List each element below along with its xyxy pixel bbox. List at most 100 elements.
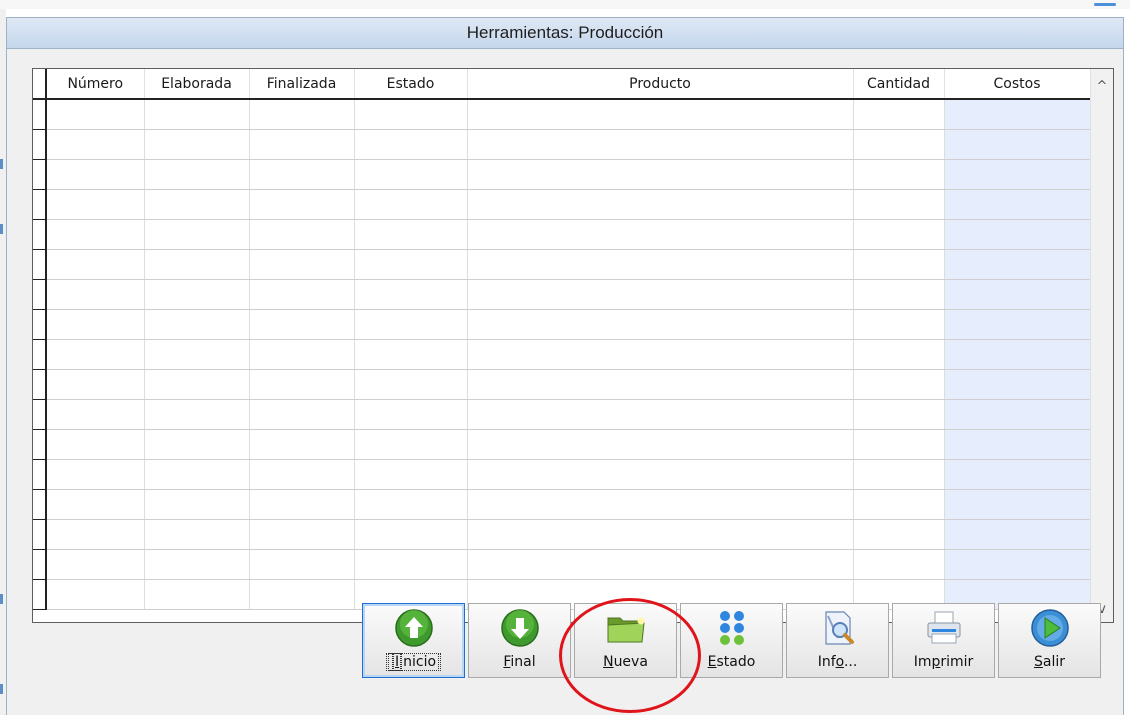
table-row[interactable]	[33, 309, 1091, 340]
column-header-costos[interactable]: Costos	[944, 69, 1091, 100]
table-cell[interactable]	[944, 459, 1091, 490]
table-cell[interactable]	[944, 159, 1091, 190]
table-cell[interactable]	[467, 519, 854, 550]
row-header-cell[interactable]	[33, 489, 47, 520]
table-cell[interactable]	[944, 99, 1091, 130]
table-cell[interactable]	[46, 159, 145, 190]
table-cell[interactable]	[46, 549, 145, 580]
table-cell[interactable]	[249, 399, 355, 430]
table-cell[interactable]	[249, 429, 355, 460]
table-cell[interactable]	[249, 549, 355, 580]
table-cell[interactable]	[249, 489, 355, 520]
table-cell[interactable]	[46, 399, 145, 430]
table-cell[interactable]	[354, 459, 468, 490]
table-cell[interactable]	[144, 249, 250, 280]
row-header-cell[interactable]	[33, 129, 47, 160]
table-cell[interactable]	[144, 489, 250, 520]
table-row[interactable]	[33, 369, 1091, 400]
scroll-up-icon[interactable]: ^	[1091, 77, 1113, 97]
table-cell[interactable]	[249, 249, 355, 280]
table-cell[interactable]	[46, 579, 145, 610]
table-cell[interactable]	[944, 489, 1091, 520]
table-row[interactable]	[33, 189, 1091, 220]
table-cell[interactable]	[944, 309, 1091, 340]
table-cell[interactable]	[354, 129, 468, 160]
table-cell[interactable]	[144, 309, 250, 340]
table-cell[interactable]	[354, 159, 468, 190]
imprimir-button[interactable]: Imprimir	[892, 603, 995, 678]
table-cell[interactable]	[467, 189, 854, 220]
table-cell[interactable]	[144, 429, 250, 460]
row-header-cell[interactable]	[33, 309, 47, 340]
table-cell[interactable]	[853, 339, 945, 370]
table-cell[interactable]	[46, 249, 145, 280]
column-header-elaborada[interactable]: Elaborada	[144, 69, 250, 100]
table-cell[interactable]	[467, 399, 854, 430]
table-cell[interactable]	[144, 399, 250, 430]
table-cell[interactable]	[853, 189, 945, 220]
column-header-estado[interactable]: Estado	[354, 69, 468, 100]
table-cell[interactable]	[354, 99, 468, 130]
table-cell[interactable]	[467, 489, 854, 520]
table-cell[interactable]	[944, 129, 1091, 160]
table-cell[interactable]	[944, 399, 1091, 430]
table-row[interactable]	[33, 489, 1091, 520]
table-cell[interactable]	[467, 129, 854, 160]
table-cell[interactable]	[144, 219, 250, 250]
table-cell[interactable]	[249, 579, 355, 610]
row-header-cell[interactable]	[33, 99, 47, 130]
table-cell[interactable]	[853, 519, 945, 550]
table-cell[interactable]	[467, 99, 854, 130]
table-cell[interactable]	[46, 489, 145, 520]
row-header-cell[interactable]	[33, 279, 47, 310]
table-cell[interactable]	[853, 399, 945, 430]
table-cell[interactable]	[354, 549, 468, 580]
table-cell[interactable]	[467, 339, 854, 370]
table-cell[interactable]	[853, 279, 945, 310]
table-cell[interactable]	[467, 309, 854, 340]
table-row[interactable]	[33, 159, 1091, 190]
table-cell[interactable]	[467, 279, 854, 310]
table-row[interactable]	[33, 339, 1091, 370]
info-button[interactable]: Info...	[786, 603, 889, 678]
table-cell[interactable]	[853, 309, 945, 340]
table-cell[interactable]	[944, 189, 1091, 220]
table-row[interactable]	[33, 129, 1091, 160]
table-cell[interactable]	[46, 519, 145, 550]
column-header-finalizada[interactable]: Finalizada	[249, 69, 355, 100]
table-cell[interactable]	[46, 339, 145, 370]
table-cell[interactable]	[354, 249, 468, 280]
row-header-cell[interactable]	[33, 369, 47, 400]
table-cell[interactable]	[249, 159, 355, 190]
table-cell[interactable]	[944, 429, 1091, 460]
table-cell[interactable]	[144, 549, 250, 580]
salir-button[interactable]: Salir	[998, 603, 1101, 678]
production-grid[interactable]: Número Elaborada Finalizada Estado Produ…	[32, 68, 1114, 623]
table-cell[interactable]	[944, 279, 1091, 310]
inicio-button[interactable]: Inicio	[362, 603, 465, 678]
table-cell[interactable]	[853, 369, 945, 400]
table-cell[interactable]	[944, 549, 1091, 580]
row-header-cell[interactable]	[33, 249, 47, 280]
table-cell[interactable]	[853, 249, 945, 280]
table-cell[interactable]	[467, 219, 854, 250]
table-cell[interactable]	[46, 189, 145, 220]
table-cell[interactable]	[46, 309, 145, 340]
nueva-button[interactable]: Nueva	[574, 603, 677, 678]
table-cell[interactable]	[249, 369, 355, 400]
table-row[interactable]	[33, 519, 1091, 550]
table-cell[interactable]	[144, 129, 250, 160]
table-cell[interactable]	[354, 309, 468, 340]
table-cell[interactable]	[467, 369, 854, 400]
table-cell[interactable]	[354, 429, 468, 460]
table-cell[interactable]	[46, 219, 145, 250]
row-header-cell[interactable]	[33, 459, 47, 490]
table-row[interactable]	[33, 219, 1091, 250]
table-cell[interactable]	[144, 189, 250, 220]
row-header-cell[interactable]	[33, 399, 47, 430]
table-cell[interactable]	[853, 489, 945, 520]
table-cell[interactable]	[467, 459, 854, 490]
estado-button[interactable]: Estado	[680, 603, 783, 678]
table-cell[interactable]	[853, 99, 945, 130]
table-row[interactable]	[33, 399, 1091, 430]
